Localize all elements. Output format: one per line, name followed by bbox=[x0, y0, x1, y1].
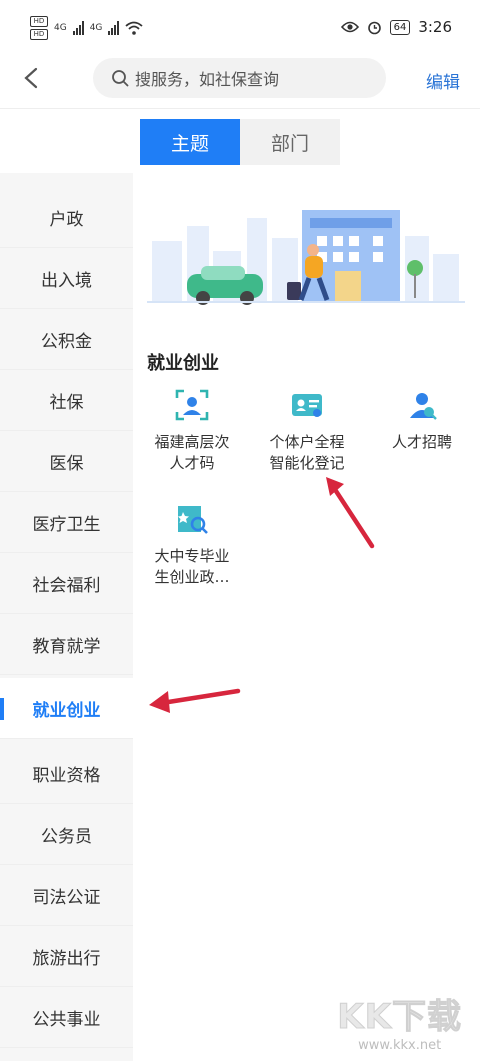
sidebar-item-gongjijin[interactable]: 公积金 bbox=[0, 309, 133, 370]
sidebar-item-jiaoyu[interactable]: 教育就学 bbox=[0, 614, 133, 675]
banner-illustration bbox=[147, 196, 465, 308]
sidebar-item-shebao[interactable]: 社保 bbox=[0, 370, 133, 431]
wifi-icon bbox=[125, 21, 143, 35]
service-label: 个体户全程 智能化登记 bbox=[269, 433, 345, 472]
recruiter-icon bbox=[410, 393, 437, 420]
watermark-url: www.kkx.net bbox=[358, 1038, 442, 1053]
edit-button[interactable]: 编辑 bbox=[426, 68, 460, 93]
status-time: 3:26 bbox=[418, 18, 452, 36]
top-bar: 搜服务，如社保查询 编辑 bbox=[0, 56, 480, 109]
service-label: 福建高层次 人才码 bbox=[154, 433, 230, 472]
search-icon bbox=[112, 70, 129, 87]
annotation-arrow-icon bbox=[326, 477, 375, 549]
certificate-icon bbox=[178, 506, 208, 534]
service-label: 大中专毕业 生创业政… bbox=[154, 547, 230, 586]
status-right: 64 3:26 bbox=[340, 18, 452, 36]
sidebar-item-jiuye[interactable]: 就业创业 bbox=[0, 678, 133, 739]
sidebar-item-zhiye[interactable]: 职业资格 bbox=[0, 743, 133, 804]
service-graduate-startup[interactable]: 大中专毕业 生创业政… bbox=[137, 502, 247, 588]
alarm-icon bbox=[367, 21, 381, 34]
sidebar-item-churujing[interactable]: 出入境 bbox=[0, 248, 133, 309]
service-talent-code[interactable]: 福建高层次 人才码 bbox=[137, 388, 247, 474]
service-talent-recruitment[interactable]: 人才招聘 bbox=[367, 388, 477, 453]
annotation-arrow-icon-2 bbox=[149, 688, 241, 713]
eye-icon bbox=[340, 21, 359, 33]
sidebar-item-gongwuyuan[interactable]: 公务员 bbox=[0, 804, 133, 865]
back-arrow-icon[interactable] bbox=[20, 66, 44, 90]
hd-badge-bottom: HD bbox=[30, 29, 48, 40]
watermark-main: KK下载 bbox=[337, 997, 462, 1038]
service-label: 人才招聘 bbox=[391, 433, 452, 451]
sidebar-item-yiliao[interactable]: 医疗卫生 bbox=[0, 492, 133, 553]
service-business-registration[interactable]: 个体户全程 智能化登记 bbox=[252, 388, 362, 474]
sidebar-item-fuli[interactable]: 社会福利 bbox=[0, 553, 133, 614]
watermark: KK下载 www.kkx.net bbox=[337, 989, 462, 1054]
signal-label-2: 4G bbox=[89, 23, 103, 33]
sidebar-item-gonggong[interactable]: 公共事业 bbox=[0, 987, 133, 1048]
face-scan-icon bbox=[175, 389, 209, 421]
hd-badges: HD HD bbox=[30, 16, 48, 40]
status-bar: HD HD 4G 4G 64 3:26 bbox=[0, 0, 480, 56]
status-left: HD HD 4G 4G bbox=[30, 16, 143, 40]
tab-department[interactable]: 部门 bbox=[240, 119, 340, 165]
id-card-icon bbox=[292, 394, 322, 417]
category-sidebar: 户政 出入境 公积金 社保 医保 医疗卫生 社会福利 教育就学 就业创业 职业资… bbox=[0, 173, 133, 1061]
tab-theme[interactable]: 主题 bbox=[140, 119, 240, 165]
signal-icon bbox=[72, 21, 84, 35]
sidebar-item-sifa[interactable]: 司法公证 bbox=[0, 865, 133, 926]
search-placeholder: 搜服务，如社保查询 bbox=[135, 70, 280, 89]
sidebar-item-huzheng[interactable]: 户政 bbox=[0, 187, 133, 248]
battery-icon: 64 bbox=[389, 19, 411, 35]
sidebar-item-yibao[interactable]: 医保 bbox=[0, 431, 133, 492]
sidebar-item-lvyou[interactable]: 旅游出行 bbox=[0, 926, 133, 987]
section-title: 就业创业 bbox=[147, 353, 219, 374]
signal-icon-2 bbox=[108, 21, 120, 35]
search-input[interactable]: 搜服务，如社保查询 bbox=[93, 58, 386, 98]
signal-label-1: 4G bbox=[54, 23, 67, 33]
hd-badge-top: HD bbox=[30, 16, 48, 27]
